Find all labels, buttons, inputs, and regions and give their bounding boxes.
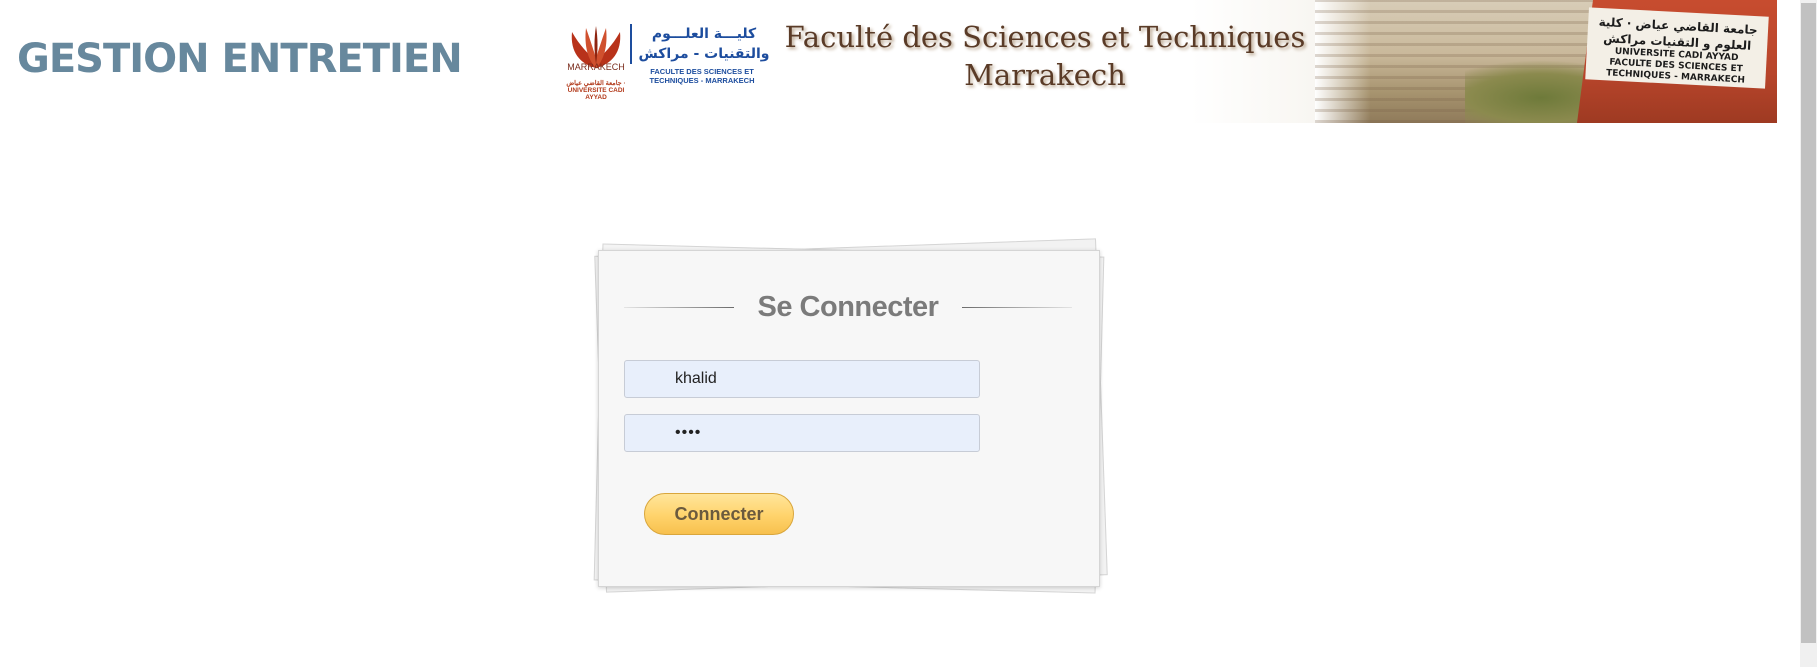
scrollbar-thumb[interactable]: [1801, 3, 1816, 643]
banner-headline-line1: Faculté des Sciences et Techniques: [784, 20, 1306, 54]
faculty-banner: MARRAKECH جامعة القاضي عياض · UNIVERSITE…: [555, 0, 1777, 123]
login-header: Se Connecter: [624, 291, 1072, 323]
login-form: Se Connecter Connecter: [598, 250, 1100, 587]
banner-headline: Faculté des Sciences et Techniques Marra…: [780, 18, 1310, 94]
logo-city-text: MARRAKECH: [567, 62, 625, 72]
banner-headline-line2: Marrakech: [964, 58, 1126, 92]
password-input[interactable]: [624, 414, 980, 452]
username-input[interactable]: [624, 360, 980, 398]
faculty-french-small: FACULTE DES SCIENCES ET TECHNIQUES - MAR…: [649, 67, 755, 85]
app-title: GESTION ENTRETIEN: [17, 36, 463, 82]
campus-photo: جامعة القاضي عياض · كلية العلوم و التقني…: [1315, 0, 1777, 123]
logo-university-text: جامعة القاضي عياض · UNIVERSITE CADI AYYA…: [566, 80, 626, 101]
connect-button[interactable]: Connecter: [644, 493, 794, 535]
photo-sign: جامعة القاضي عياض · كلية العلوم و التقني…: [1585, 7, 1769, 89]
page-scrollbar[interactable]: [1800, 0, 1817, 667]
header-divider-right: [962, 307, 1072, 308]
faculty-arabic-name: كليـــة العلـــوم والتقنيات - مراكش: [630, 24, 770, 64]
